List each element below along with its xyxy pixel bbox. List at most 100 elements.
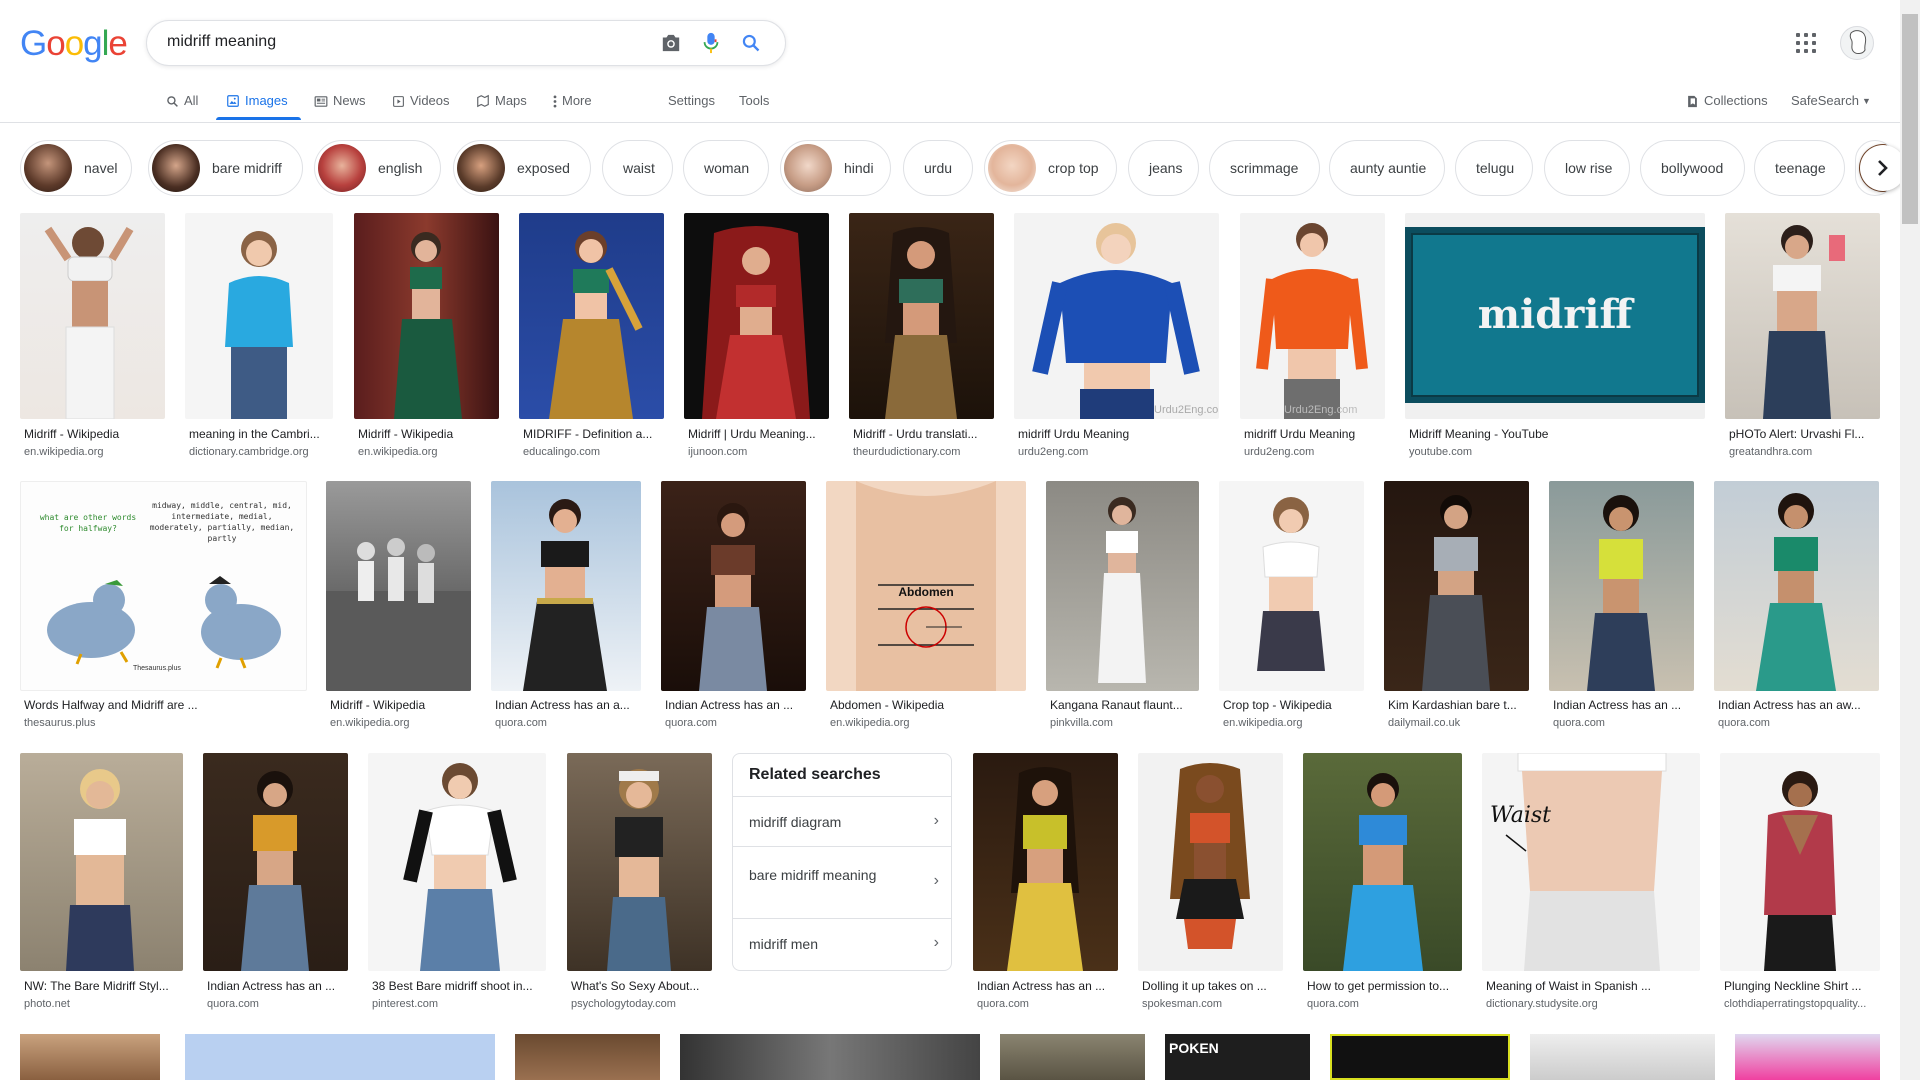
result-title[interactable]: Kim Kardashian bare t... xyxy=(1388,698,1528,712)
related-search-item[interactable]: bare midriff meaning › xyxy=(733,846,951,918)
image-result[interactable]: Kim Kardashian bare t... dailymail.co.uk xyxy=(1384,481,1529,731)
result-title[interactable]: Kangana Ranaut flaunt... xyxy=(1050,698,1198,712)
image-result[interactable]: Midriff - Wikipedia en.wikipedia.org xyxy=(326,481,471,731)
image-result[interactable]: 38 Best Bare midriff shoot in... pintere… xyxy=(368,753,546,1013)
image-result[interactable]: NW: The Bare Midriff Styl... photo.net xyxy=(20,753,183,1013)
safesearch-dropdown[interactable]: SafeSearch ▼ xyxy=(1791,91,1871,111)
result-title[interactable]: Words Halfway and Midriff are ... xyxy=(24,698,304,712)
image-result[interactable]: Plunging Neckline Shirt ... clothdiaperr… xyxy=(1720,753,1880,1013)
image-result[interactable]: Indian Actress has an a... quora.com xyxy=(491,481,641,731)
image-result[interactable]: Midriff - Urdu translati... theurdudicti… xyxy=(849,213,994,461)
image-result[interactable]: Urdu2Eng.com midriff Urdu Meaning urdu2e… xyxy=(1240,213,1385,461)
image-result[interactable]: Indian Actress has an ... quora.com xyxy=(1549,481,1694,731)
image-result[interactable] xyxy=(515,1034,660,1080)
image-result[interactable] xyxy=(680,1034,980,1080)
image-result[interactable]: Indian Actress has an ... quora.com xyxy=(203,753,348,1013)
result-title[interactable]: Midriff - Wikipedia xyxy=(358,427,498,441)
result-title[interactable]: Indian Actress has an a... xyxy=(495,698,640,712)
image-result[interactable]: what are other words for halfway? midway… xyxy=(20,481,307,731)
result-title[interactable]: Midriff Meaning - YouTube xyxy=(1409,427,1699,441)
result-title[interactable]: Midriff - Wikipedia xyxy=(330,698,470,712)
image-result[interactable]: Kangana Ranaut flaunt... pinkvilla.com xyxy=(1046,481,1199,731)
image-result[interactable] xyxy=(20,1034,160,1080)
image-result[interactable]: POKEN xyxy=(1165,1034,1310,1080)
result-title[interactable]: Indian Actress has an aw... xyxy=(1718,698,1878,712)
chip-teenage[interactable]: teenage xyxy=(1754,140,1845,196)
chip-bare-midriff[interactable]: bare midriff xyxy=(148,140,303,196)
image-result[interactable] xyxy=(1330,1034,1510,1080)
image-result[interactable]: meaning in the Cambri... dictionary.camb… xyxy=(185,213,333,461)
tab-videos[interactable]: Videos xyxy=(392,91,450,111)
image-result[interactable]: Waist Meaning of Waist in Spanish ... di… xyxy=(1482,753,1700,1013)
result-title[interactable]: midriff Urdu Meaning xyxy=(1244,427,1384,441)
result-title[interactable]: Meaning of Waist in Spanish ... xyxy=(1486,979,1698,993)
result-title[interactable]: Indian Actress has an ... xyxy=(1553,698,1693,712)
chip-waist[interactable]: waist xyxy=(602,140,673,196)
image-result[interactable]: Dolling it up takes on ... spokesman.com xyxy=(1138,753,1283,1013)
search-icon[interactable] xyxy=(739,31,763,55)
result-title[interactable]: MIDRIFF - Definition a... xyxy=(523,427,663,441)
result-title[interactable]: pHOTo Alert: Urvashi Fl... xyxy=(1729,427,1879,441)
image-result[interactable] xyxy=(1735,1034,1880,1080)
image-result[interactable]: Indian Actress has an aw... quora.com xyxy=(1714,481,1879,731)
result-title[interactable]: Midriff - Wikipedia xyxy=(24,427,164,441)
result-title[interactable]: Abdomen - Wikipedia xyxy=(830,698,1025,712)
scrollbar-thumb[interactable] xyxy=(1902,14,1918,224)
result-title[interactable]: Midriff - Urdu translati... xyxy=(853,427,993,441)
result-title[interactable]: Indian Actress has an ... xyxy=(977,979,1117,993)
chip-urdu[interactable]: urdu xyxy=(903,140,973,196)
image-result[interactable]: Indian Actress has an ... quora.com xyxy=(973,753,1118,1013)
image-result[interactable]: Crop top - Wikipedia en.wikipedia.org xyxy=(1219,481,1364,731)
result-title[interactable]: What's So Sexy About... xyxy=(571,979,711,993)
tab-all[interactable]: All xyxy=(166,91,198,111)
microphone-icon[interactable] xyxy=(699,31,723,55)
image-result[interactable]: midriff Midriff Meaning - YouTube youtub… xyxy=(1405,213,1705,461)
chip-english[interactable]: english xyxy=(314,140,441,196)
chip-aunty-auntie[interactable]: aunty auntie xyxy=(1329,140,1445,196)
result-title[interactable]: Dolling it up takes on ... xyxy=(1142,979,1282,993)
result-title[interactable]: Crop top - Wikipedia xyxy=(1223,698,1363,712)
apps-grid-icon[interactable] xyxy=(1796,33,1816,53)
image-result[interactable]: MIDRIFF - Definition a... educalingo.com xyxy=(519,213,664,461)
chip-woman[interactable]: woman xyxy=(683,140,769,196)
chip-hindi[interactable]: hindi xyxy=(780,140,891,196)
image-result[interactable]: How to get permission to... quora.com xyxy=(1303,753,1462,1013)
google-logo[interactable]: Google xyxy=(20,24,128,64)
chip-exposed[interactable]: exposed xyxy=(453,140,591,196)
image-result[interactable] xyxy=(185,1034,495,1080)
account-avatar[interactable] xyxy=(1840,26,1874,60)
image-result[interactable]: Midriff - Wikipedia en.wikipedia.org xyxy=(20,213,165,461)
image-result[interactable]: pHOTo Alert: Urvashi Fl... greatandhra.c… xyxy=(1725,213,1880,461)
result-title[interactable]: meaning in the Cambri... xyxy=(189,427,331,441)
tab-tools[interactable]: Tools xyxy=(739,91,769,111)
result-title[interactable]: Indian Actress has an ... xyxy=(207,979,347,993)
image-result[interactable]: Abdomen Abdomen - Wikipedia en.wikipedia… xyxy=(826,481,1026,731)
result-title[interactable]: 38 Best Bare midriff shoot in... xyxy=(372,979,544,993)
result-title[interactable]: Plunging Neckline Shirt ... xyxy=(1724,979,1878,993)
camera-icon[interactable] xyxy=(659,31,683,55)
search-box[interactable]: midriff meaning xyxy=(146,20,786,66)
tab-maps[interactable]: Maps xyxy=(476,91,527,111)
tab-more[interactable]: More xyxy=(553,91,592,111)
result-title[interactable]: Indian Actress has an ... xyxy=(665,698,805,712)
related-search-item[interactable]: midriff diagram › xyxy=(733,796,951,846)
result-title[interactable]: Midriff | Urdu Meaning... xyxy=(688,427,828,441)
tab-images[interactable]: Images xyxy=(226,91,288,111)
tab-settings[interactable]: Settings xyxy=(668,91,715,111)
collections-link[interactable]: Collections xyxy=(1686,91,1768,111)
image-result[interactable]: What's So Sexy About... psychologytoday.… xyxy=(567,753,712,1013)
chip-low-rise[interactable]: low rise xyxy=(1544,140,1630,196)
result-title[interactable]: midriff Urdu Meaning xyxy=(1018,427,1218,441)
result-title[interactable]: How to get permission to... xyxy=(1307,979,1461,993)
chip-telugu[interactable]: telugu xyxy=(1455,140,1533,196)
image-result[interactable]: Midriff | Urdu Meaning... ijunoon.com xyxy=(684,213,829,461)
image-result[interactable]: Midriff - Wikipedia en.wikipedia.org xyxy=(354,213,499,461)
image-result[interactable]: Urdu2Eng.com midriff Urdu Meaning urdu2e… xyxy=(1014,213,1219,461)
chip-navel[interactable]: navel xyxy=(20,140,132,196)
search-input[interactable]: midriff meaning xyxy=(167,33,276,51)
chip-scrimmage[interactable]: scrimmage xyxy=(1209,140,1320,196)
image-result[interactable]: Indian Actress has an ... quora.com xyxy=(661,481,806,731)
related-search-item[interactable]: midriff men › xyxy=(733,918,951,970)
chip-jeans[interactable]: jeans xyxy=(1128,140,1199,196)
tab-news[interactable]: News xyxy=(314,91,366,111)
